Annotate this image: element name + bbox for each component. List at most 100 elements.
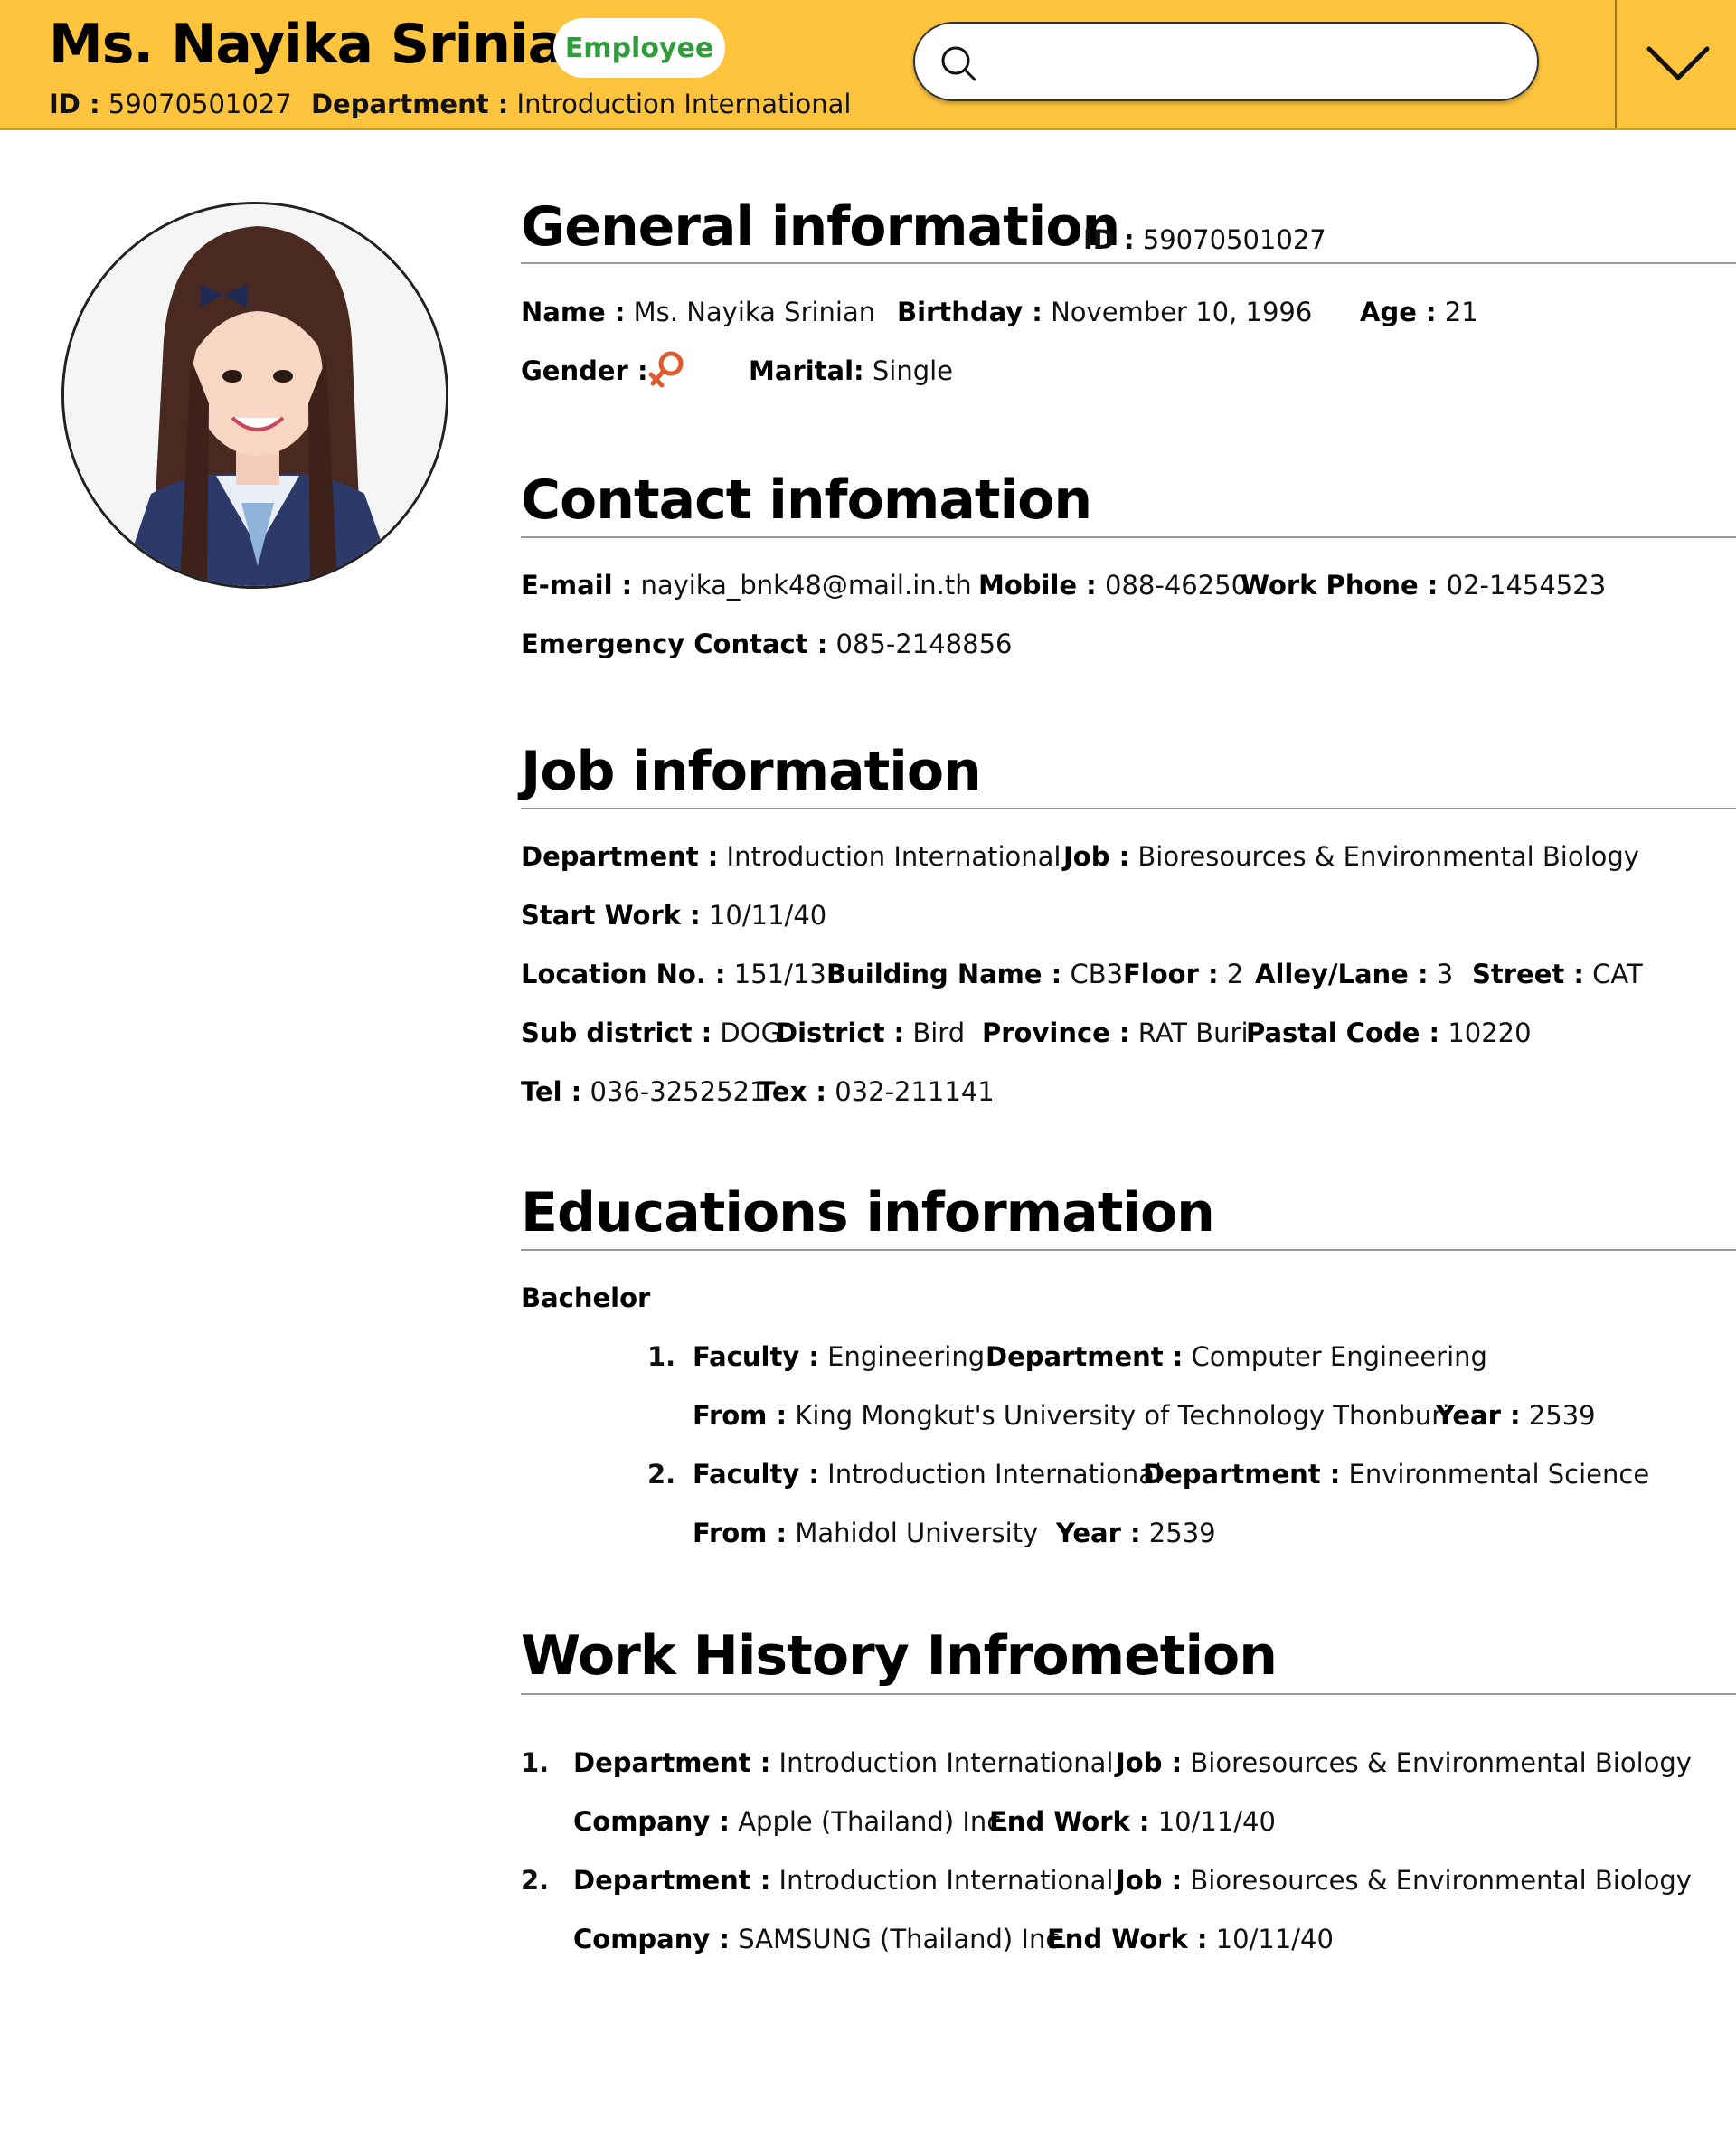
job-floor: Floor : 2 (1123, 959, 1243, 989)
faculty-label: Faculty : (693, 1459, 819, 1490)
top-header-bar: Ms. Nayika Srinian Employee ID : 5907050… (0, 0, 1736, 130)
job-label: Job : (1063, 841, 1130, 872)
location-label: Location No. : (521, 959, 726, 989)
work-job: Job : Bioresources & Environmental Biolo… (1116, 1747, 1692, 1778)
job-department-value: Introduction International (726, 841, 1061, 872)
header-id-value: 59070501027 (108, 89, 292, 119)
company-label: Company : (573, 1924, 730, 1954)
job-department: Department : Introduction International (521, 841, 1061, 872)
floor-value: 2 (1226, 959, 1244, 989)
from-value: Mahidol University (795, 1518, 1039, 1548)
end-work-label: End Work : (989, 1806, 1150, 1837)
work-department-value: Introduction International (778, 1747, 1114, 1778)
work-job-value: Bioresources & Environmental Biology (1190, 1865, 1692, 1896)
tex-label: Tex : (758, 1076, 826, 1107)
search-icon[interactable] (939, 43, 978, 83)
email-value: nayika_bnk48@mail.in.th (640, 570, 972, 601)
work-company: Company : SAMSUNG (Thailand) Inc. (573, 1924, 1069, 1954)
email-label: E-mail : (521, 570, 633, 601)
tex-value: 032-211141 (835, 1076, 995, 1107)
job-department-label: Department : (521, 841, 719, 872)
mobile-value: 088-46250 (1105, 570, 1249, 601)
chevron-down-icon[interactable] (1646, 42, 1711, 87)
job-tex: Tex : 032-211141 (758, 1076, 995, 1107)
end-work-label: End Work : (1047, 1924, 1208, 1954)
emergency-label: Emergency Contact : (521, 629, 828, 659)
edu-department-label: Department : (986, 1341, 1184, 1372)
edu-department-label: Department : (1143, 1459, 1341, 1490)
district-value: Bird (912, 1017, 966, 1048)
contact-mobile: Mobile : 088-46250 (978, 570, 1248, 601)
emergency-value: 085-2148856 (835, 629, 1013, 659)
general-gender: Gender : (521, 355, 648, 386)
job-value: Bioresources & Environmental Biology (1137, 841, 1639, 872)
name-label: Name : (521, 297, 626, 327)
header-dept-label: Department : (310, 89, 509, 119)
work-job-value: Bioresources & Environmental Biology (1190, 1747, 1692, 1778)
employee-name: Ms. Nayika Srinian (49, 13, 602, 76)
general-id-value: 59070501027 (1142, 224, 1326, 255)
general-divider (521, 262, 1736, 264)
from-label: From : (693, 1518, 788, 1548)
job-postal-code: Pastal Code : 10220 (1246, 1017, 1532, 1048)
subdistrict-value: DOG (720, 1017, 782, 1048)
work-company: Company : Apple (Thailand) Inc. (573, 1806, 1009, 1837)
general-marital: Marital: Single (749, 355, 953, 386)
job-location: Location No. : 151/13 (521, 959, 826, 989)
work-job: Job : Bioresources & Environmental Biolo… (1116, 1865, 1692, 1896)
work-history-heading: Work History Infrometion (521, 1624, 1278, 1688)
edu-department-value: Environmental Science (1348, 1459, 1650, 1490)
education-department: Department : Computer Engineering (986, 1341, 1487, 1372)
end-work-value: 10/11/40 (1157, 1806, 1276, 1837)
header-id-label: ID : (49, 89, 100, 119)
floor-label: Floor : (1123, 959, 1219, 989)
company-value: SAMSUNG (Thailand) Inc. (738, 1924, 1069, 1954)
province-value: RAT Buri (1137, 1017, 1249, 1048)
subdistrict-label: Sub district : (521, 1017, 712, 1048)
age-value: 21 (1444, 297, 1478, 327)
avatar-photo (64, 204, 446, 586)
start-work-value: 10/11/40 (708, 900, 827, 931)
faculty-label: Faculty : (693, 1341, 819, 1372)
job-info-heading: Job information (521, 740, 982, 803)
year-value: 2539 (1528, 1400, 1596, 1431)
contact-emergency: Emergency Contact : 085-2148856 (521, 629, 1013, 659)
education-divider (521, 1249, 1736, 1251)
birthday-value: November 10, 1996 (1051, 297, 1313, 327)
work-item-number: 2. (521, 1865, 550, 1896)
education-level: Bachelor (521, 1282, 650, 1313)
contact-divider (521, 536, 1736, 538)
education-info-heading: Educations information (521, 1181, 1215, 1244)
from-label: From : (693, 1400, 788, 1431)
year-label: Year : (1436, 1400, 1521, 1431)
work-phone-label: Work Phone : (1241, 570, 1439, 601)
work-job-label: Job : (1116, 1865, 1183, 1896)
job-alley: Alley/Lane : 3 (1255, 959, 1453, 989)
job-title: Job : Bioresources & Environmental Biolo… (1063, 841, 1639, 872)
work-department-label: Department : (573, 1865, 771, 1896)
employee-avatar (61, 202, 448, 589)
marital-label: Marital: (749, 355, 864, 386)
job-divider (521, 808, 1736, 809)
company-value: Apple (Thailand) Inc. (738, 1806, 1010, 1837)
education-year: Year : 2539 (1436, 1400, 1596, 1431)
education-level-label: Bachelor (521, 1282, 651, 1313)
alley-label: Alley/Lane : (1255, 959, 1429, 989)
header-subtitle: ID : 59070501027 Department : Introducti… (49, 89, 851, 119)
search-input[interactable] (991, 36, 1515, 87)
education-item-number: 1. (647, 1341, 676, 1372)
search-box[interactable] (913, 22, 1539, 101)
job-subdistrict: Sub district : DOG (521, 1017, 781, 1048)
female-symbol-icon (648, 351, 684, 388)
work-item-number: 1. (521, 1747, 550, 1778)
faculty-value: Engineering (827, 1341, 986, 1372)
education-department: Department : Environmental Science (1143, 1459, 1649, 1490)
age-label: Age : (1360, 297, 1437, 327)
job-street: Street : CAT (1472, 959, 1643, 989)
education-from: From : King Mongkut's University of Tech… (693, 1400, 1449, 1431)
education-year: Year : 2539 (1056, 1518, 1216, 1548)
job-district: District : Bird (776, 1017, 965, 1048)
account-menu-toggle[interactable] (1615, 0, 1736, 128)
street-value: CAT (1592, 959, 1643, 989)
work-department: Department : Introduction International (573, 1747, 1113, 1778)
